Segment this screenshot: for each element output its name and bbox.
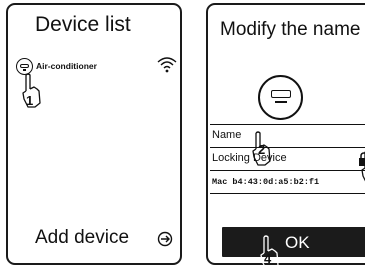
name-row[interactable]: Name: [210, 125, 365, 148]
mac-address: Mac b4:43:0d:a5:b2:f1: [212, 177, 320, 187]
device-list-screen: Device list Air-conditioner 1 Add device: [6, 3, 182, 265]
device-name[interactable]: Air-conditioner: [36, 61, 97, 71]
step-4-marker: 4: [264, 251, 272, 266]
wifi-icon: [157, 57, 177, 73]
locking-device-row[interactable]: Locking Device: [210, 148, 365, 171]
name-label: Name: [212, 129, 242, 141]
device-list-title: Device list: [35, 13, 131, 36]
modify-name-screen: Modify the name Name Locking Device Mac …: [206, 3, 365, 270]
step-1-marker: 1: [26, 93, 34, 108]
add-device-label[interactable]: Add device: [35, 227, 129, 249]
settings-list: Name Locking Device Mac b4:43:0d:a5:b2:f…: [210, 124, 365, 194]
air-conditioner-icon: [258, 75, 303, 120]
locking-device-label: Locking Device: [212, 152, 287, 164]
mac-row: Mac b4:43:0d:a5:b2:f1: [210, 171, 365, 194]
ok-button-label[interactable]: OK: [285, 233, 310, 253]
step-2-marker: 2: [258, 142, 266, 157]
pointing-hand-icon: [361, 151, 365, 182]
modify-title: Modify the name: [220, 19, 361, 40]
arrow-circle-icon[interactable]: [157, 231, 173, 247]
